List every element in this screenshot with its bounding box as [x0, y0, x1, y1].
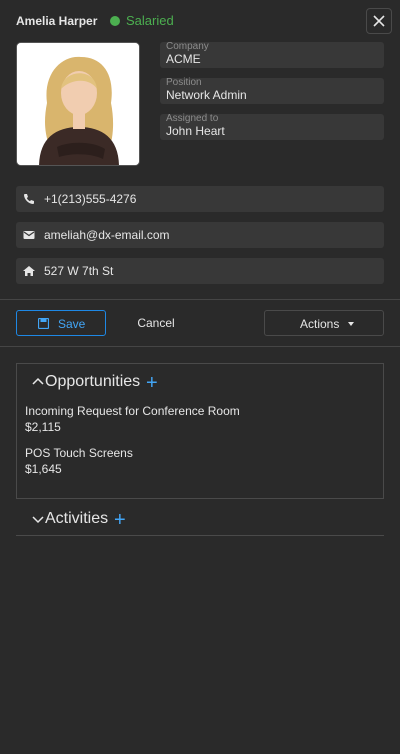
employee-name: Amelia Harper	[16, 14, 98, 28]
activities-title: Activities	[45, 510, 109, 527]
save-button[interactable]: Save	[16, 310, 106, 336]
email-field[interactable]: ameliah@dx-email.com	[16, 222, 384, 248]
company-value: ACME	[166, 52, 201, 66]
chevron-up-icon	[32, 377, 44, 385]
person-photo-illustration	[17, 43, 139, 165]
email-icon	[23, 231, 35, 239]
assigned-to-value: John Heart	[166, 124, 225, 138]
position-label: Position	[166, 77, 202, 88]
assigned-to-field[interactable]: Assigned to John Heart	[160, 114, 384, 140]
activities-header[interactable]: Activities +	[32, 509, 152, 533]
opportunity-name: POS Touch Screens	[25, 446, 133, 460]
address-value: 527 W 7th St	[44, 264, 114, 278]
opportunity-amount: $2,115	[25, 420, 61, 434]
phone-value: +1(213)555-4276	[44, 192, 137, 206]
toolbar-top-divider	[0, 299, 400, 300]
opportunities-panel: Opportunities + Incoming Request for Con…	[16, 363, 384, 499]
actions-label: Actions	[300, 317, 340, 331]
company-label: Company	[166, 41, 209, 52]
opportunity-item[interactable]: Incoming Request for Conference Room $2,…	[25, 403, 240, 435]
caret-down-icon	[348, 322, 354, 326]
actions-dropdown-button[interactable]: Actions	[264, 310, 384, 336]
phone-field[interactable]: +1(213)555-4276	[16, 186, 384, 212]
save-icon	[38, 318, 49, 329]
status-badge: Salaried	[110, 13, 174, 28]
position-value: Network Admin	[166, 88, 247, 102]
opportunity-amount: $1,645	[25, 462, 62, 476]
card-header: Amelia Harper Salaried	[0, 0, 400, 42]
address-field[interactable]: 527 W 7th St	[16, 258, 384, 284]
position-field[interactable]: Position Network Admin	[160, 78, 384, 104]
status-label: Salaried	[126, 13, 174, 28]
status-dot-icon	[110, 15, 120, 26]
opportunity-item[interactable]: POS Touch Screens $1,645	[25, 445, 133, 477]
close-icon	[373, 15, 385, 27]
phone-icon	[24, 194, 34, 204]
opportunities-header[interactable]: Opportunities +	[32, 372, 172, 396]
save-label: Save	[58, 317, 86, 331]
company-field[interactable]: Company ACME	[160, 42, 384, 68]
close-button[interactable]	[366, 8, 392, 34]
add-activity-icon[interactable]: +	[114, 510, 126, 530]
add-opportunity-icon[interactable]: +	[146, 373, 158, 393]
email-value: ameliah@dx-email.com	[44, 228, 170, 242]
toolbar-bottom-divider	[0, 346, 400, 347]
chevron-down-icon	[32, 516, 44, 524]
employee-photo	[16, 42, 140, 166]
assigned-to-label: Assigned to	[166, 113, 219, 124]
cancel-button[interactable]: Cancel	[120, 310, 192, 336]
activities-divider	[16, 535, 384, 536]
opportunities-title: Opportunities	[45, 373, 141, 390]
home-icon	[23, 266, 35, 276]
opportunity-name: Incoming Request for Conference Room	[25, 404, 240, 418]
